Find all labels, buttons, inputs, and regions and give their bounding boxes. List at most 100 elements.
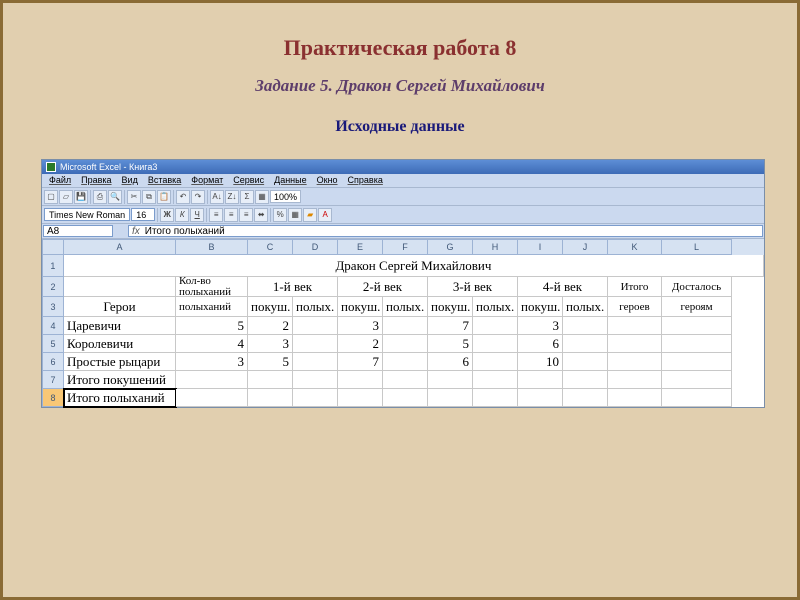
new-icon[interactable]: ▢ xyxy=(44,190,58,204)
cell[interactable] xyxy=(248,371,293,389)
spreadsheet-grid[interactable]: A B C D E F G H I J K L 1 Дракон Сергей … xyxy=(42,239,764,407)
cell[interactable]: покуш. xyxy=(338,297,383,317)
sort-desc-icon[interactable]: Z↓ xyxy=(225,190,239,204)
col-header[interactable]: G xyxy=(428,239,473,255)
row-header[interactable]: 7 xyxy=(42,371,64,389)
cell[interactable] xyxy=(473,353,518,371)
name-box[interactable]: A8 xyxy=(43,225,113,237)
cell[interactable]: Досталось xyxy=(662,277,732,297)
menu-insert[interactable]: Вставка xyxy=(143,175,186,186)
select-all-corner[interactable] xyxy=(42,239,64,255)
cell[interactable]: 3 xyxy=(248,335,293,353)
cell[interactable] xyxy=(338,389,383,407)
cell[interactable]: 4-й век xyxy=(518,277,608,297)
col-header[interactable]: C xyxy=(248,239,293,255)
zoom-field[interactable]: 100% xyxy=(270,190,301,203)
cell[interactable]: 5 xyxy=(428,335,473,353)
cell[interactable]: 5 xyxy=(176,317,248,335)
cell[interactable] xyxy=(383,371,428,389)
menu-tools[interactable]: Сервис xyxy=(228,175,269,186)
cell[interactable]: 3 xyxy=(176,353,248,371)
cell[interactable] xyxy=(662,371,732,389)
cell[interactable] xyxy=(473,335,518,353)
cell[interactable]: 4 xyxy=(176,335,248,353)
row-header[interactable]: 4 xyxy=(42,317,64,335)
col-header[interactable]: H xyxy=(473,239,518,255)
cell[interactable] xyxy=(473,371,518,389)
font-name-field[interactable]: Times New Roman xyxy=(44,208,130,221)
formula-field[interactable]: fx Итого полыханий xyxy=(128,225,763,237)
cell[interactable] xyxy=(338,371,383,389)
col-header[interactable]: E xyxy=(338,239,383,255)
cell[interactable] xyxy=(563,389,608,407)
cell[interactable] xyxy=(518,371,563,389)
menu-data[interactable]: Данные xyxy=(269,175,312,186)
row-header[interactable]: 5 xyxy=(42,335,64,353)
cell[interactable]: 6 xyxy=(428,353,473,371)
cell[interactable]: полых. xyxy=(293,297,338,317)
row-header[interactable]: 2 xyxy=(42,277,64,297)
cell[interactable]: 10 xyxy=(518,353,563,371)
cell[interactable] xyxy=(473,389,518,407)
cell[interactable]: героев xyxy=(608,297,662,317)
redo-icon[interactable]: ↷ xyxy=(191,190,205,204)
paste-icon[interactable]: 📋 xyxy=(157,190,171,204)
bold-icon[interactable]: Ж xyxy=(160,208,174,222)
sum-icon[interactable]: Σ xyxy=(240,190,254,204)
cell[interactable] xyxy=(563,317,608,335)
cell[interactable] xyxy=(563,335,608,353)
cell[interactable] xyxy=(608,317,662,335)
cell[interactable] xyxy=(428,389,473,407)
cell[interactable] xyxy=(293,317,338,335)
cell[interactable]: Герои xyxy=(64,297,176,317)
align-left-icon[interactable]: ≡ xyxy=(209,208,223,222)
cell[interactable]: Итого покушений xyxy=(64,371,176,389)
menu-format[interactable]: Формат xyxy=(186,175,228,186)
cell[interactable] xyxy=(563,353,608,371)
cell[interactable]: 2 xyxy=(248,317,293,335)
cell[interactable] xyxy=(473,317,518,335)
cell[interactable] xyxy=(64,277,176,297)
row-header[interactable]: 6 xyxy=(42,353,64,371)
col-header[interactable]: B xyxy=(176,239,248,255)
underline-icon[interactable]: Ч xyxy=(190,208,204,222)
cell[interactable]: 2 xyxy=(338,335,383,353)
undo-icon[interactable]: ↶ xyxy=(176,190,190,204)
cell[interactable]: 3 xyxy=(338,317,383,335)
cell[interactable]: Королевичи xyxy=(64,335,176,353)
align-right-icon[interactable]: ≡ xyxy=(239,208,253,222)
cell[interactable]: покуш. xyxy=(248,297,293,317)
currency-icon[interactable]: % xyxy=(273,208,287,222)
menu-view[interactable]: Вид xyxy=(117,175,143,186)
cell[interactable] xyxy=(662,353,732,371)
cell[interactable] xyxy=(608,371,662,389)
row-header[interactable]: 3 xyxy=(42,297,64,317)
font-size-field[interactable]: 16 xyxy=(131,208,155,221)
cell[interactable]: 3 xyxy=(518,317,563,335)
fillcolor-icon[interactable]: ▰ xyxy=(303,208,317,222)
cell[interactable]: 1-й век xyxy=(248,277,338,297)
cell[interactable]: Кол-во полыханий xyxy=(176,277,248,297)
col-header[interactable]: F xyxy=(383,239,428,255)
cell[interactable]: полыханий xyxy=(176,297,248,317)
cell[interactable]: полых. xyxy=(473,297,518,317)
open-icon[interactable]: ▱ xyxy=(59,190,73,204)
cell[interactable]: 5 xyxy=(248,353,293,371)
cell[interactable] xyxy=(293,371,338,389)
cell[interactable] xyxy=(293,389,338,407)
cell[interactable] xyxy=(608,389,662,407)
save-icon[interactable]: 💾 xyxy=(74,190,88,204)
cell[interactable] xyxy=(383,389,428,407)
cell[interactable]: 6 xyxy=(518,335,563,353)
menu-edit[interactable]: Правка xyxy=(76,175,116,186)
cell[interactable]: 7 xyxy=(338,353,383,371)
col-header[interactable]: L xyxy=(662,239,732,255)
row-header[interactable]: 1 xyxy=(42,255,64,277)
col-header[interactable]: I xyxy=(518,239,563,255)
align-center-icon[interactable]: ≡ xyxy=(224,208,238,222)
cell[interactable]: полых. xyxy=(563,297,608,317)
cell[interactable] xyxy=(383,335,428,353)
cell[interactable]: покуш. xyxy=(428,297,473,317)
italic-icon[interactable]: К xyxy=(175,208,189,222)
chart-icon[interactable]: ▦ xyxy=(255,190,269,204)
